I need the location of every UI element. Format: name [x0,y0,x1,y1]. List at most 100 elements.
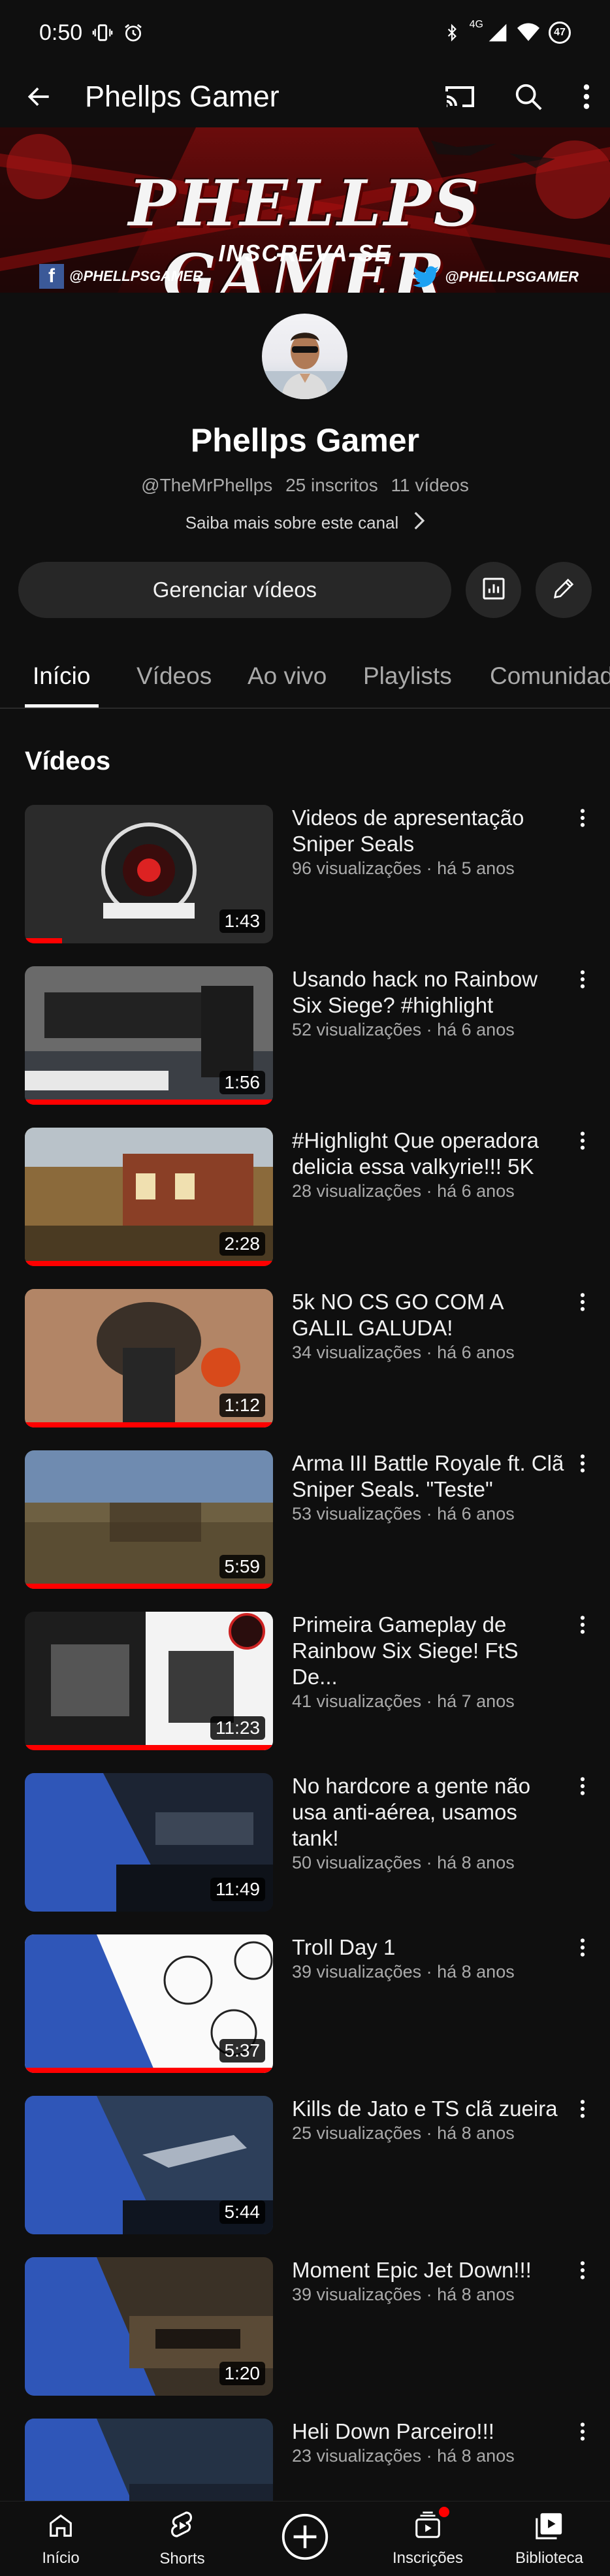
channel-video-count: 11 vídeos [391,475,469,495]
video-thumbnail[interactable]: 2:28 [25,1128,273,1266]
section-title: Vídeos [25,747,111,775]
video-thumbnail[interactable]: 5:59 [25,1450,273,1589]
video-title[interactable]: Videos de apresentação Sniper Seals [292,805,566,857]
twitter-icon [412,265,440,289]
more-vert-icon[interactable] [570,2098,596,2131]
channel-about-label: Saiba mais sobre este canal [185,513,399,532]
search-icon[interactable] [513,82,543,112]
more-vert-icon[interactable] [570,2260,596,2292]
video-row[interactable]: 2:28 #Highlight Que operadora delicia ess… [0,1128,610,1278]
alarm-icon [123,22,144,43]
video-title[interactable]: Troll Day 1 [292,1934,566,1961]
video-row[interactable]: 1:43 Videos de apresentação Sniper Seals 9… [0,805,610,955]
video-duration: 5:37 [219,2039,265,2062]
signal-icon [487,22,508,43]
tab-ao-vivo[interactable]: Ao vivo [248,644,327,708]
more-vert-icon[interactable] [570,807,596,840]
video-title[interactable]: Kills de Jato e TS clã zueira [292,2096,566,2122]
channel-avatar[interactable] [262,314,347,399]
video-title[interactable]: Heli Down Parceiro!!! [292,2419,566,2445]
video-row[interactable]: 5:44 Kills de Jato e TS clã zueira 25 visu… [0,2096,610,2246]
video-meta: 52 visualizações · há 6 anos [292,1020,515,1039]
video-duration: 11:23 [210,1716,265,1740]
watch-progress-bar [25,1584,273,1589]
video-duration: 5:44 [219,2200,265,2224]
more-vert-icon[interactable] [581,82,592,111]
status-bar: 0:50 4G 47 [0,0,610,65]
video-row[interactable]: 11:49 No hardcore a gente não usa anti-aé… [0,1773,610,1923]
video-thumbnail[interactable]: 5:37 [25,1934,273,2073]
channel-name: Phellps Gamer [190,422,420,459]
video-meta: 96 visualizações · há 5 anos [292,858,515,878]
nav-library-label: Biblioteca [515,2549,584,2567]
nav-home[interactable]: Início [0,2502,121,2576]
video-title[interactable]: Arma III Battle Royale ft. Clã Sniper Se… [292,1450,566,1503]
channel-handle: @TheMrPhellps [141,475,273,495]
watch-progress-bar [25,2068,273,2073]
wifi-icon [517,23,539,42]
video-row[interactable]: 1:56 Usando hack no Rainbow Six Siege? #h… [0,966,610,1117]
video-title[interactable]: No hardcore a gente não usa anti-aérea, … [292,1773,566,1851]
edit-channel-button[interactable] [536,562,592,618]
video-title[interactable]: Usando hack no Rainbow Six Siege? #highl… [292,966,566,1019]
more-vert-icon[interactable] [570,1292,596,1324]
video-thumbnail[interactable]: 11:23 [25,1612,273,1750]
banner-twitter-handle: @PHELLPSGAMER [445,269,579,285]
tab-videos[interactable]: Vídeos [136,644,212,708]
video-thumbnail[interactable]: 1:56 [25,966,273,1105]
tab-comunidade[interactable]: Comunidade [490,644,610,708]
video-thumbnail[interactable]: 5:44 [25,2096,273,2234]
video-title[interactable]: Moment Epic Jet Down!!! [292,2257,566,2283]
more-vert-icon[interactable] [570,1614,596,1647]
tab-playlists[interactable]: Playlists [363,644,452,708]
video-meta: 39 visualizações · há 8 anos [292,2285,515,2304]
video-thumbnail[interactable]: 1:43 [25,805,273,943]
nav-shorts[interactable]: Shorts [121,2502,243,2576]
video-title[interactable]: Primeira Gameplay de Rainbow Six Siege! … [292,1612,566,1690]
subscriptions-icon [413,2507,449,2545]
video-title[interactable]: #Highlight Que operadora delicia essa va… [292,1128,566,1180]
nav-library[interactable]: Biblioteca [489,2502,610,2576]
bottom-nav: Início Shorts Inscrições Biblioteca [0,2501,610,2576]
channel-meta: @TheMrPhellps 25 inscritos 11 vídeos [0,475,610,496]
more-vert-icon[interactable] [570,1130,596,1163]
more-vert-icon[interactable] [570,1453,596,1486]
video-meta: 28 visualizações · há 6 anos [292,1181,515,1201]
video-row[interactable]: 5:59 Arma III Battle Royale ft. Clã Snipe… [0,1450,610,1601]
video-row[interactable]: 1:20 Moment Epic Jet Down!!! 39 visualizaç… [0,2257,610,2407]
home-icon [46,2511,76,2545]
nav-create[interactable] [243,2502,367,2576]
more-vert-icon[interactable] [570,2421,596,2454]
watch-progress-bar [25,938,62,943]
back-arrow-icon[interactable] [25,82,54,111]
video-duration: 1:43 [219,909,265,933]
nav-subscriptions[interactable]: Inscrições [367,2502,489,2576]
video-meta: 41 visualizações · há 7 anos [292,1691,515,1711]
banner-subtitle: INSCREVA-SE [218,240,392,267]
watch-progress-bar [25,1422,273,1427]
more-vert-icon[interactable] [570,1776,596,1808]
video-duration: 1:20 [219,2362,265,2385]
manage-videos-button[interactable]: Gerenciar vídeos [18,562,451,618]
video-thumbnail[interactable]: 11:49 [25,1773,273,1912]
video-row[interactable]: 1:12 5k NO CS GO COM A GALIL GALUDA! 34 vi… [0,1289,610,1439]
facebook-icon: f [39,264,64,289]
channel-banner: PHELLPS GAMER INSCREVA-SE f @PHELLPSGAME… [0,127,610,293]
video-thumbnail[interactable]: 1:20 [25,2257,273,2396]
video-meta: 23 visualizações · há 8 anos [292,2446,515,2466]
more-vert-icon[interactable] [570,969,596,1002]
more-vert-icon[interactable] [570,1937,596,1970]
analytics-button[interactable] [465,562,522,618]
video-duration: 11:49 [210,1878,265,1901]
video-row[interactable]: 5:37 Troll Day 1 39 visualizações · há 8 a… [0,1934,610,2085]
video-meta: 50 visualizações · há 8 anos [292,1853,515,1872]
tab-inicio[interactable]: Início [33,644,90,708]
cast-icon[interactable] [444,81,475,112]
video-row[interactable]: 11:23 Primeira Gameplay de Rainbow Six Si… [0,1612,610,1762]
channel-actions: Gerenciar vídeos [18,562,592,618]
video-duration: 1:56 [219,1071,265,1094]
vibrate-icon [91,22,114,44]
video-title[interactable]: 5k NO CS GO COM A GALIL GALUDA! [292,1289,566,1341]
video-thumbnail[interactable]: 1:12 [25,1289,273,1427]
channel-about-link[interactable]: Saiba mais sobre este canal [0,512,610,534]
